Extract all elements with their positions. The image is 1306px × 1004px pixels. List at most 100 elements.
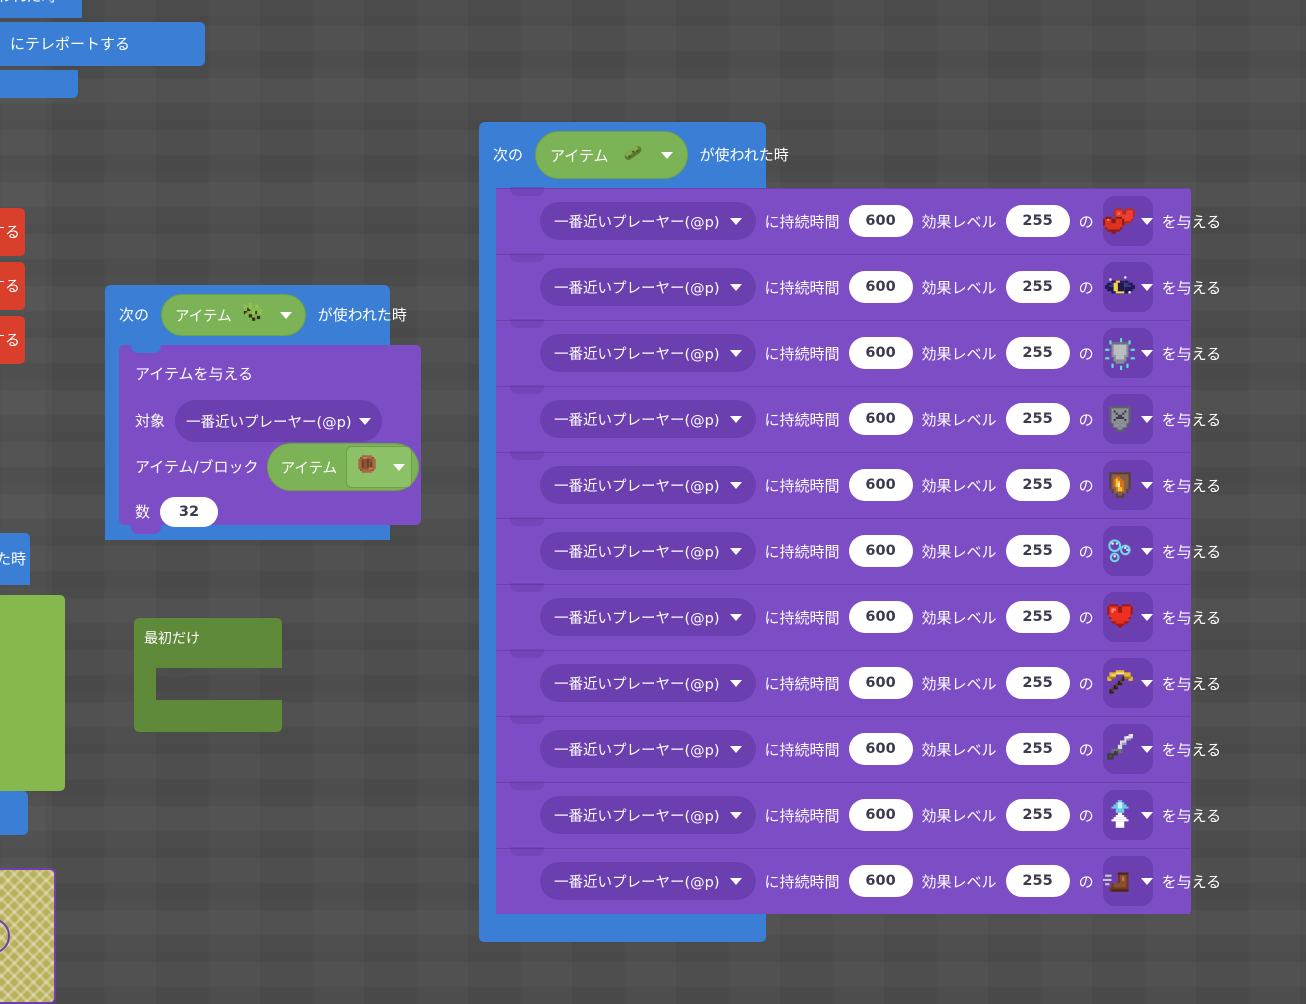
effect-dropdown[interactable] — [1102, 460, 1153, 510]
effect-row[interactable]: 一番近いプレーヤー(@p) に持続時間 600 効果レベル 255 の を与える — [496, 847, 1221, 914]
teleport-stack-footer[interactable] — [0, 70, 78, 98]
left-event-hat[interactable]: た時 — [0, 533, 30, 585]
red-command-block-1[interactable]: する — [0, 208, 25, 256]
effect-duration-field[interactable]: 600 — [848, 205, 913, 237]
effect-target-caret-icon[interactable] — [729, 613, 742, 621]
effect-level-field[interactable]: 255 — [1005, 535, 1070, 567]
effect-row[interactable]: 一番近いプレーヤー(@p) に持続時間 600 効果レベル 255 の を与える — [496, 715, 1221, 782]
effect-duration-field[interactable]: 600 — [848, 601, 913, 633]
effect-target-dropdown[interactable]: 一番近いプレーヤー(@p) — [540, 400, 756, 438]
effect-target-caret-icon[interactable] — [729, 481, 742, 489]
itemblock-caret-icon[interactable] — [393, 463, 406, 471]
item-dropdown-caret-icon[interactable] — [279, 311, 292, 319]
effect-dropdown[interactable] — [1102, 262, 1153, 312]
target-dropdown-caret-icon[interactable] — [358, 417, 371, 425]
effect-row[interactable]: 一番近いプレーヤー(@p) に持続時間 600 効果レベル 255 の を与える — [496, 649, 1221, 716]
on-start-block[interactable]: 最初だけ — [134, 618, 282, 732]
effect-row[interactable]: 一番近いプレーヤー(@p) に持続時間 600 効果レベル 255 の を与える — [496, 781, 1221, 848]
effect-target-dropdown[interactable]: 一番近いプレーヤー(@p) — [540, 862, 756, 900]
effect-dropdown[interactable] — [1102, 394, 1153, 444]
give-item-command-block[interactable]: アイテムを与える 対象 一番近いプレーヤー(@p) アイテム/ブロック アイテム — [119, 345, 421, 534]
effect-dropdown-caret-icon[interactable] — [1140, 283, 1153, 291]
give-item-script[interactable]: 次の アイテム が使われた時 アイテムを与える 対象 一番近いプレーヤー(@p)… — [105, 285, 421, 555]
effect-dropdown[interactable] — [1102, 724, 1153, 774]
effect-target-caret-icon[interactable] — [729, 745, 742, 753]
left-range-block[interactable]: ~ -2 ~ 2 — [0, 595, 65, 791]
effect-level-field[interactable]: 255 — [1005, 205, 1070, 237]
effect-row[interactable]: 一番近いプレーヤー(@p) に持続時間 600 効果レベル 255 の を与える — [496, 385, 1221, 452]
effect-duration-field[interactable]: 600 — [848, 469, 913, 501]
effect-dropdown-caret-icon[interactable] — [1140, 349, 1153, 357]
effect-dropdown-caret-icon[interactable] — [1140, 613, 1153, 621]
effect-target-dropdown[interactable]: 一番近いプレーヤー(@p) — [540, 532, 756, 570]
effect-target-dropdown[interactable]: 一番近いプレーヤー(@p) — [540, 598, 756, 636]
effect-dropdown-caret-icon[interactable] — [1140, 811, 1153, 819]
teleport-command-block[interactable]: 12 -27 にテレポートする — [0, 22, 205, 66]
effect-target-dropdown[interactable]: 一番近いプレーヤー(@p) — [540, 664, 756, 702]
effect-row[interactable]: 一番近いプレーヤー(@p) に持続時間 600 効果レベル 255 の を与える — [496, 583, 1221, 650]
effect-level-field[interactable]: 255 — [1005, 799, 1070, 831]
effect-dropdown-caret-icon[interactable] — [1140, 217, 1153, 225]
red-command-block-2[interactable]: する — [0, 262, 25, 310]
effect-target-caret-icon[interactable] — [729, 547, 742, 555]
effect-target-dropdown[interactable]: 一番近いプレーヤー(@p) — [540, 202, 756, 240]
effect-row[interactable]: 一番近いプレーヤー(@p) に持続時間 600 効果レベル 255 の を与える — [496, 319, 1221, 386]
effect-target-caret-icon[interactable] — [729, 283, 742, 291]
on-start-top[interactable]: 最初だけ — [134, 618, 282, 662]
effect-duration-field[interactable]: 600 — [848, 799, 913, 831]
teleport-hat-block[interactable]: 使われた時 — [0, 0, 82, 18]
effect-level-field[interactable]: 255 — [1005, 337, 1070, 369]
effect-target-dropdown[interactable]: 一番近いプレーヤー(@p) — [540, 796, 756, 834]
effect-duration-field[interactable]: 600 — [848, 667, 913, 699]
effect-duration-field[interactable]: 600 — [848, 337, 913, 369]
effect-level-field[interactable]: 255 — [1005, 601, 1070, 633]
effect-target-caret-icon[interactable] — [729, 415, 742, 423]
effect-dropdown[interactable] — [1102, 658, 1153, 708]
effect-dropdown-caret-icon[interactable] — [1140, 877, 1153, 885]
effect-target-caret-icon[interactable] — [729, 679, 742, 687]
effect-level-field[interactable]: 255 — [1005, 271, 1070, 303]
effect-dropdown[interactable] — [1102, 328, 1153, 378]
effect-duration-field[interactable]: 600 — [848, 733, 913, 765]
effect-row[interactable]: 一番近いプレーヤー(@p) に持続時間 600 効果レベル 255 の を与える — [496, 187, 1221, 254]
effect-level-field[interactable]: 255 — [1005, 667, 1070, 699]
effect-dropdown[interactable] — [1102, 856, 1153, 906]
effect-level-field[interactable]: 255 — [1005, 469, 1070, 501]
effect-row[interactable]: 一番近いプレーヤー(@p) に持続時間 600 効果レベル 255 の を与える — [496, 517, 1221, 584]
effect-target-caret-icon[interactable] — [729, 349, 742, 357]
effect-dropdown[interactable] — [1102, 196, 1153, 246]
effect-target-caret-icon[interactable] — [729, 811, 742, 819]
effects-hat-block[interactable]: 次の アイテム が使われた時 — [479, 122, 789, 188]
blocks-canvas[interactable]: 使われた時 12 -27 にテレポートする する する する 次の アイテム — [0, 0, 1306, 1004]
effect-duration-field[interactable]: 600 — [848, 535, 913, 567]
effect-duration-field[interactable]: 600 — [848, 271, 913, 303]
give-item-hat-block[interactable]: 次の アイテム が使われた時 — [105, 285, 407, 345]
selected-dragging-block[interactable]: p) — [0, 868, 56, 1004]
effect-target-dropdown[interactable]: 一番近いプレーヤー(@p) — [540, 730, 756, 768]
effect-dropdown-caret-icon[interactable] — [1140, 679, 1153, 687]
effect-dropdown[interactable] — [1102, 526, 1153, 576]
effect-level-field[interactable]: 255 — [1005, 733, 1070, 765]
effect-level-field[interactable]: 255 — [1005, 865, 1070, 897]
effects-item-dropdown-caret-icon[interactable] — [660, 151, 673, 159]
item-dropdown[interactable]: アイテム — [161, 294, 306, 336]
effect-target-dropdown[interactable]: 一番近いプレーヤー(@p) — [540, 334, 756, 372]
effect-row[interactable]: 一番近いプレーヤー(@p) に持続時間 600 効果レベル 255 の を与える — [496, 451, 1221, 518]
effect-duration-field[interactable]: 600 — [848, 403, 913, 435]
effects-item-dropdown[interactable]: アイテム — [535, 131, 688, 179]
effect-dropdown-caret-icon[interactable] — [1140, 481, 1153, 489]
effect-dropdown-caret-icon[interactable] — [1140, 745, 1153, 753]
give-item-count-field[interactable]: 32 — [160, 497, 219, 527]
effect-duration-field[interactable]: 600 — [848, 865, 913, 897]
effect-dropdown[interactable] — [1102, 592, 1153, 642]
effect-target-caret-icon[interactable] — [729, 877, 742, 885]
itemblock-dropdown[interactable]: アイテム — [266, 443, 420, 491]
target-dropdown[interactable]: 一番近いプレーヤー(@p) — [175, 400, 382, 442]
effect-target-caret-icon[interactable] — [729, 217, 742, 225]
effect-target-dropdown[interactable]: 一番近いプレーヤー(@p) — [540, 466, 756, 504]
effect-dropdown-caret-icon[interactable] — [1140, 415, 1153, 423]
effect-dropdown[interactable] — [1102, 790, 1153, 840]
effect-row[interactable]: 一番近いプレーヤー(@p) に持続時間 600 効果レベル 255 の を与える — [496, 253, 1221, 320]
left-event-footer[interactable] — [0, 791, 28, 835]
effect-level-field[interactable]: 255 — [1005, 403, 1070, 435]
